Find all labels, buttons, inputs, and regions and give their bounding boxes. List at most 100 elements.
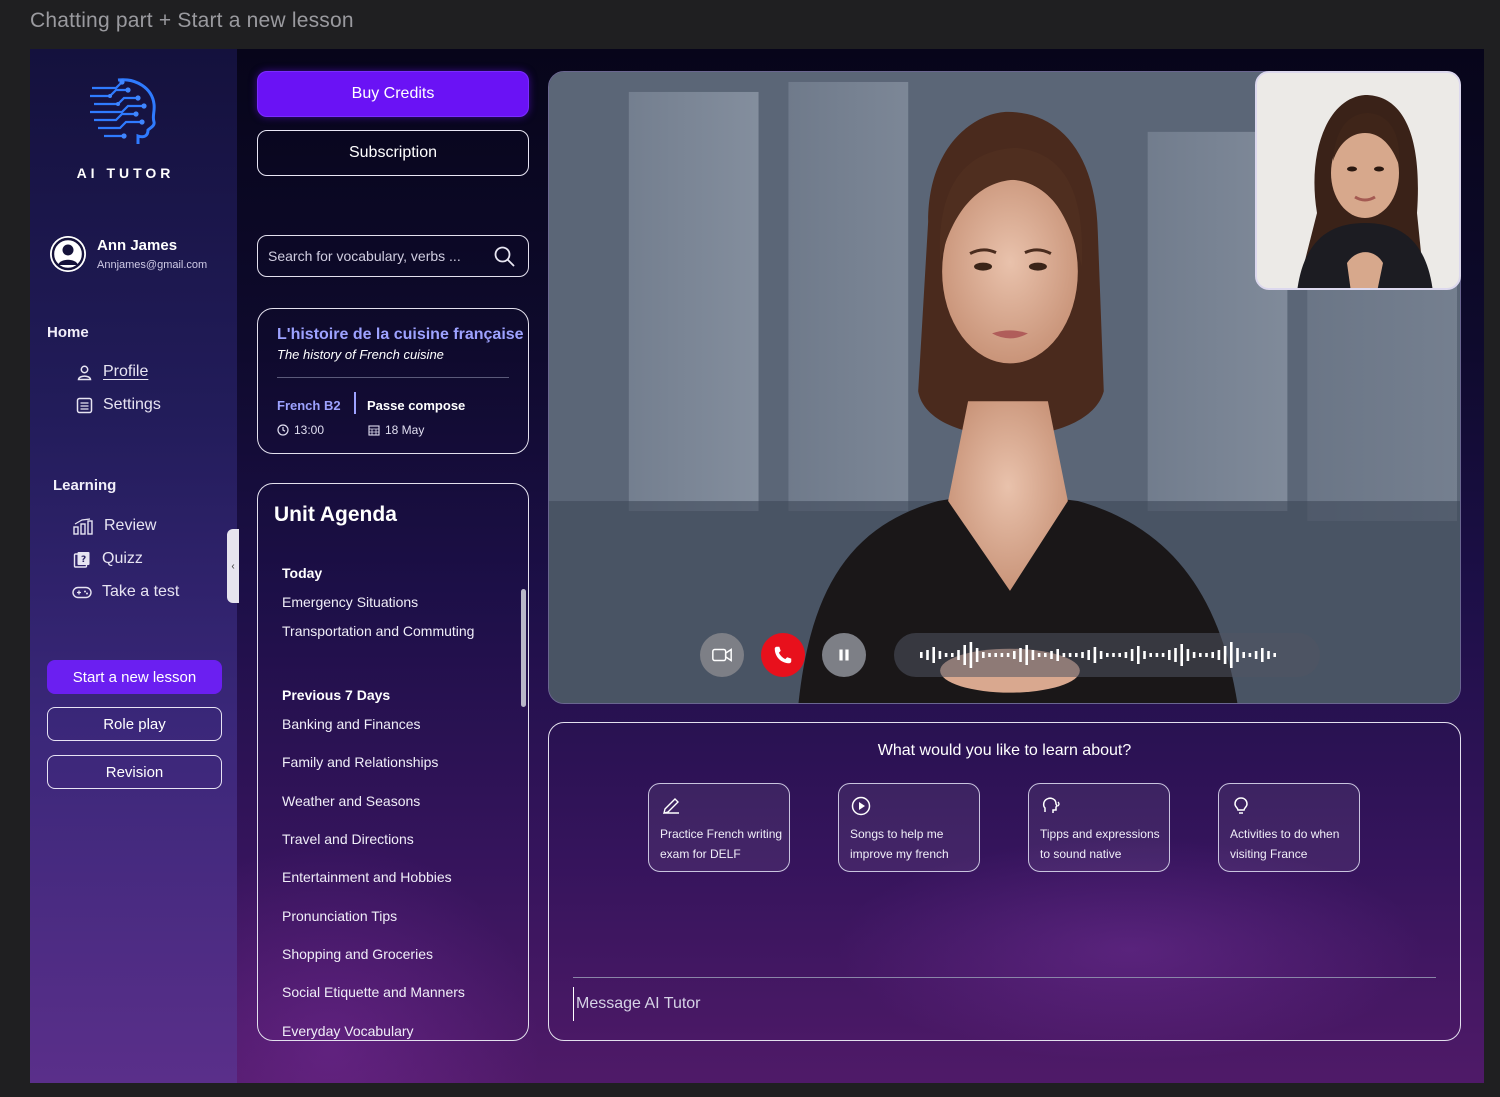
agenda-item[interactable]: Transportation and Commuting [282,623,474,639]
waveform-bar [1186,649,1190,661]
suggestion-card-songs[interactable]: Songs to help me improve my french [838,783,980,872]
waveform-bar [1192,652,1196,658]
chat-panel: What would you like to learn about? Prac… [548,722,1461,1041]
sidebar: AI TUTOR Ann James Annjames@gmail.com Ho… [30,49,239,1083]
buy-credits-button[interactable]: Buy Credits [257,71,529,117]
nav-section-learning[interactable]: Learning [53,477,116,494]
user-email: Annjames@gmail.com [97,259,208,271]
sidebar-item-review[interactable]: Review [72,517,156,535]
waveform-bar [1168,650,1171,660]
waveform-bar [1019,648,1022,662]
lesson-time: 13:00 [277,423,324,437]
self-video-image [1257,73,1459,288]
lesson-date-value: 18 May [385,423,425,437]
unit-agenda-panel: Unit Agenda Today Emergency Situations T… [257,483,529,1041]
calendar-icon [368,425,380,436]
agenda-item[interactable]: Social Etiquette and Manners [282,984,465,1000]
current-lesson-card[interactable]: L'histoire de la cuisine française The h… [257,308,529,454]
agenda-item[interactable]: Weather and Seasons [282,793,420,809]
suggestion-card-activities[interactable]: Activities to do when visiting France [1218,783,1360,872]
audio-waveform [894,633,1320,677]
agenda-item[interactable]: Everyday Vocabulary [282,1023,414,1039]
waveform-bar [1093,647,1097,663]
clock-icon [277,424,289,436]
waveform-bar [969,642,973,668]
user-profile[interactable]: Ann James Annjames@gmail.com [50,235,230,275]
subscription-button[interactable]: Subscription [257,130,529,176]
waveform-bar [1217,650,1221,660]
agenda-group-today: Today [282,565,323,581]
agenda-item[interactable]: Family and Relationships [282,754,438,770]
self-video-preview[interactable] [1255,71,1461,290]
agenda-item[interactable]: Banking and Finances [282,716,421,732]
pause-button[interactable] [822,633,866,677]
lesson-topic: Passe compose [367,398,466,413]
agenda-item[interactable]: Shopping and Groceries [282,946,433,962]
waveform-bar [1143,651,1146,659]
play-icon [851,796,871,816]
agenda-item[interactable]: Pronunciation Tips [282,908,397,924]
search-input[interactable] [268,236,488,275]
waveform-bar [1236,648,1239,662]
sidebar-item-label: Review [104,517,157,534]
agenda-scrollbar[interactable] [521,589,526,707]
waveform-icon [920,642,1276,668]
role-play-button[interactable]: Role play [47,707,222,741]
bar-chart-icon [73,517,93,535]
waveform-bar [1174,648,1177,662]
waveform-bar [1068,653,1072,657]
waveform-bar [1050,651,1053,659]
waveform-bar [1248,653,1252,657]
sidebar-item-settings[interactable]: Settings [76,396,161,414]
toggle-camera-button[interactable] [700,633,744,677]
waveform-bar [1118,653,1121,657]
waveform-bar [1056,649,1059,661]
message-input[interactable] [573,987,1433,1021]
brain-logo-icon [90,78,156,144]
waveform-bar [926,650,929,660]
hang-up-button[interactable] [761,633,805,677]
waveform-bar [920,652,923,658]
divider [573,977,1436,978]
lesson-subtitle: The history of French cuisine [277,347,444,362]
agenda-item[interactable]: Emergency Situations [282,594,418,610]
lesson-date: 18 May [368,423,424,437]
waveform-bar [1037,653,1041,657]
waveform-bar [1025,645,1028,665]
search-icon[interactable] [494,246,515,267]
waveform-bar [1081,652,1084,658]
waveform-bar [957,650,960,660]
sidebar-item-quizz[interactable]: ? Quizz [72,550,143,568]
waveform-bar [1205,653,1208,657]
waveform-bar [1062,653,1066,657]
waveform-bar [963,645,966,665]
brand-name: AI TUTOR [76,165,175,181]
waveform-bar [1267,651,1270,659]
suggestion-card-delf[interactable]: Practice French writing exam for DELF [648,783,790,872]
pause-icon [839,649,849,661]
waveform-bar [1180,644,1183,666]
canvas-title: Chatting part + Start a new lesson [30,9,354,32]
waveform-bar [944,653,948,657]
sidebar-collapse-handle[interactable]: ‹ [227,529,239,603]
agenda-item[interactable]: Entertainment and Hobbies [282,869,452,885]
waveform-bar [1006,653,1010,657]
agenda-item[interactable]: Travel and Directions [282,831,414,847]
revision-button[interactable]: Revision [47,755,222,789]
suggestion-card-expressions[interactable]: Tipps and expressions to sound native [1028,783,1170,872]
svg-text:?: ? [81,555,86,565]
nav-section-home[interactable]: Home [47,324,89,341]
sidebar-item-profile[interactable]: Profile [76,363,148,381]
start-new-lesson-button[interactable]: Start a new lesson [47,660,222,694]
waveform-bar [1124,652,1128,658]
waveform-bar [1230,642,1233,668]
suggestion-text: Songs to help me improve my french [850,827,949,861]
lesson-level: French B2 [277,398,341,413]
waveform-bar [1130,649,1134,661]
waveform-bar [1254,651,1258,659]
suggestion-text: Tipps and expressions to sound native [1040,827,1160,861]
waveform-bar [1273,653,1276,657]
sidebar-item-take-a-test[interactable]: Take a test [72,583,179,601]
waveform-bar [938,651,942,659]
waveform-bar [1155,653,1159,657]
